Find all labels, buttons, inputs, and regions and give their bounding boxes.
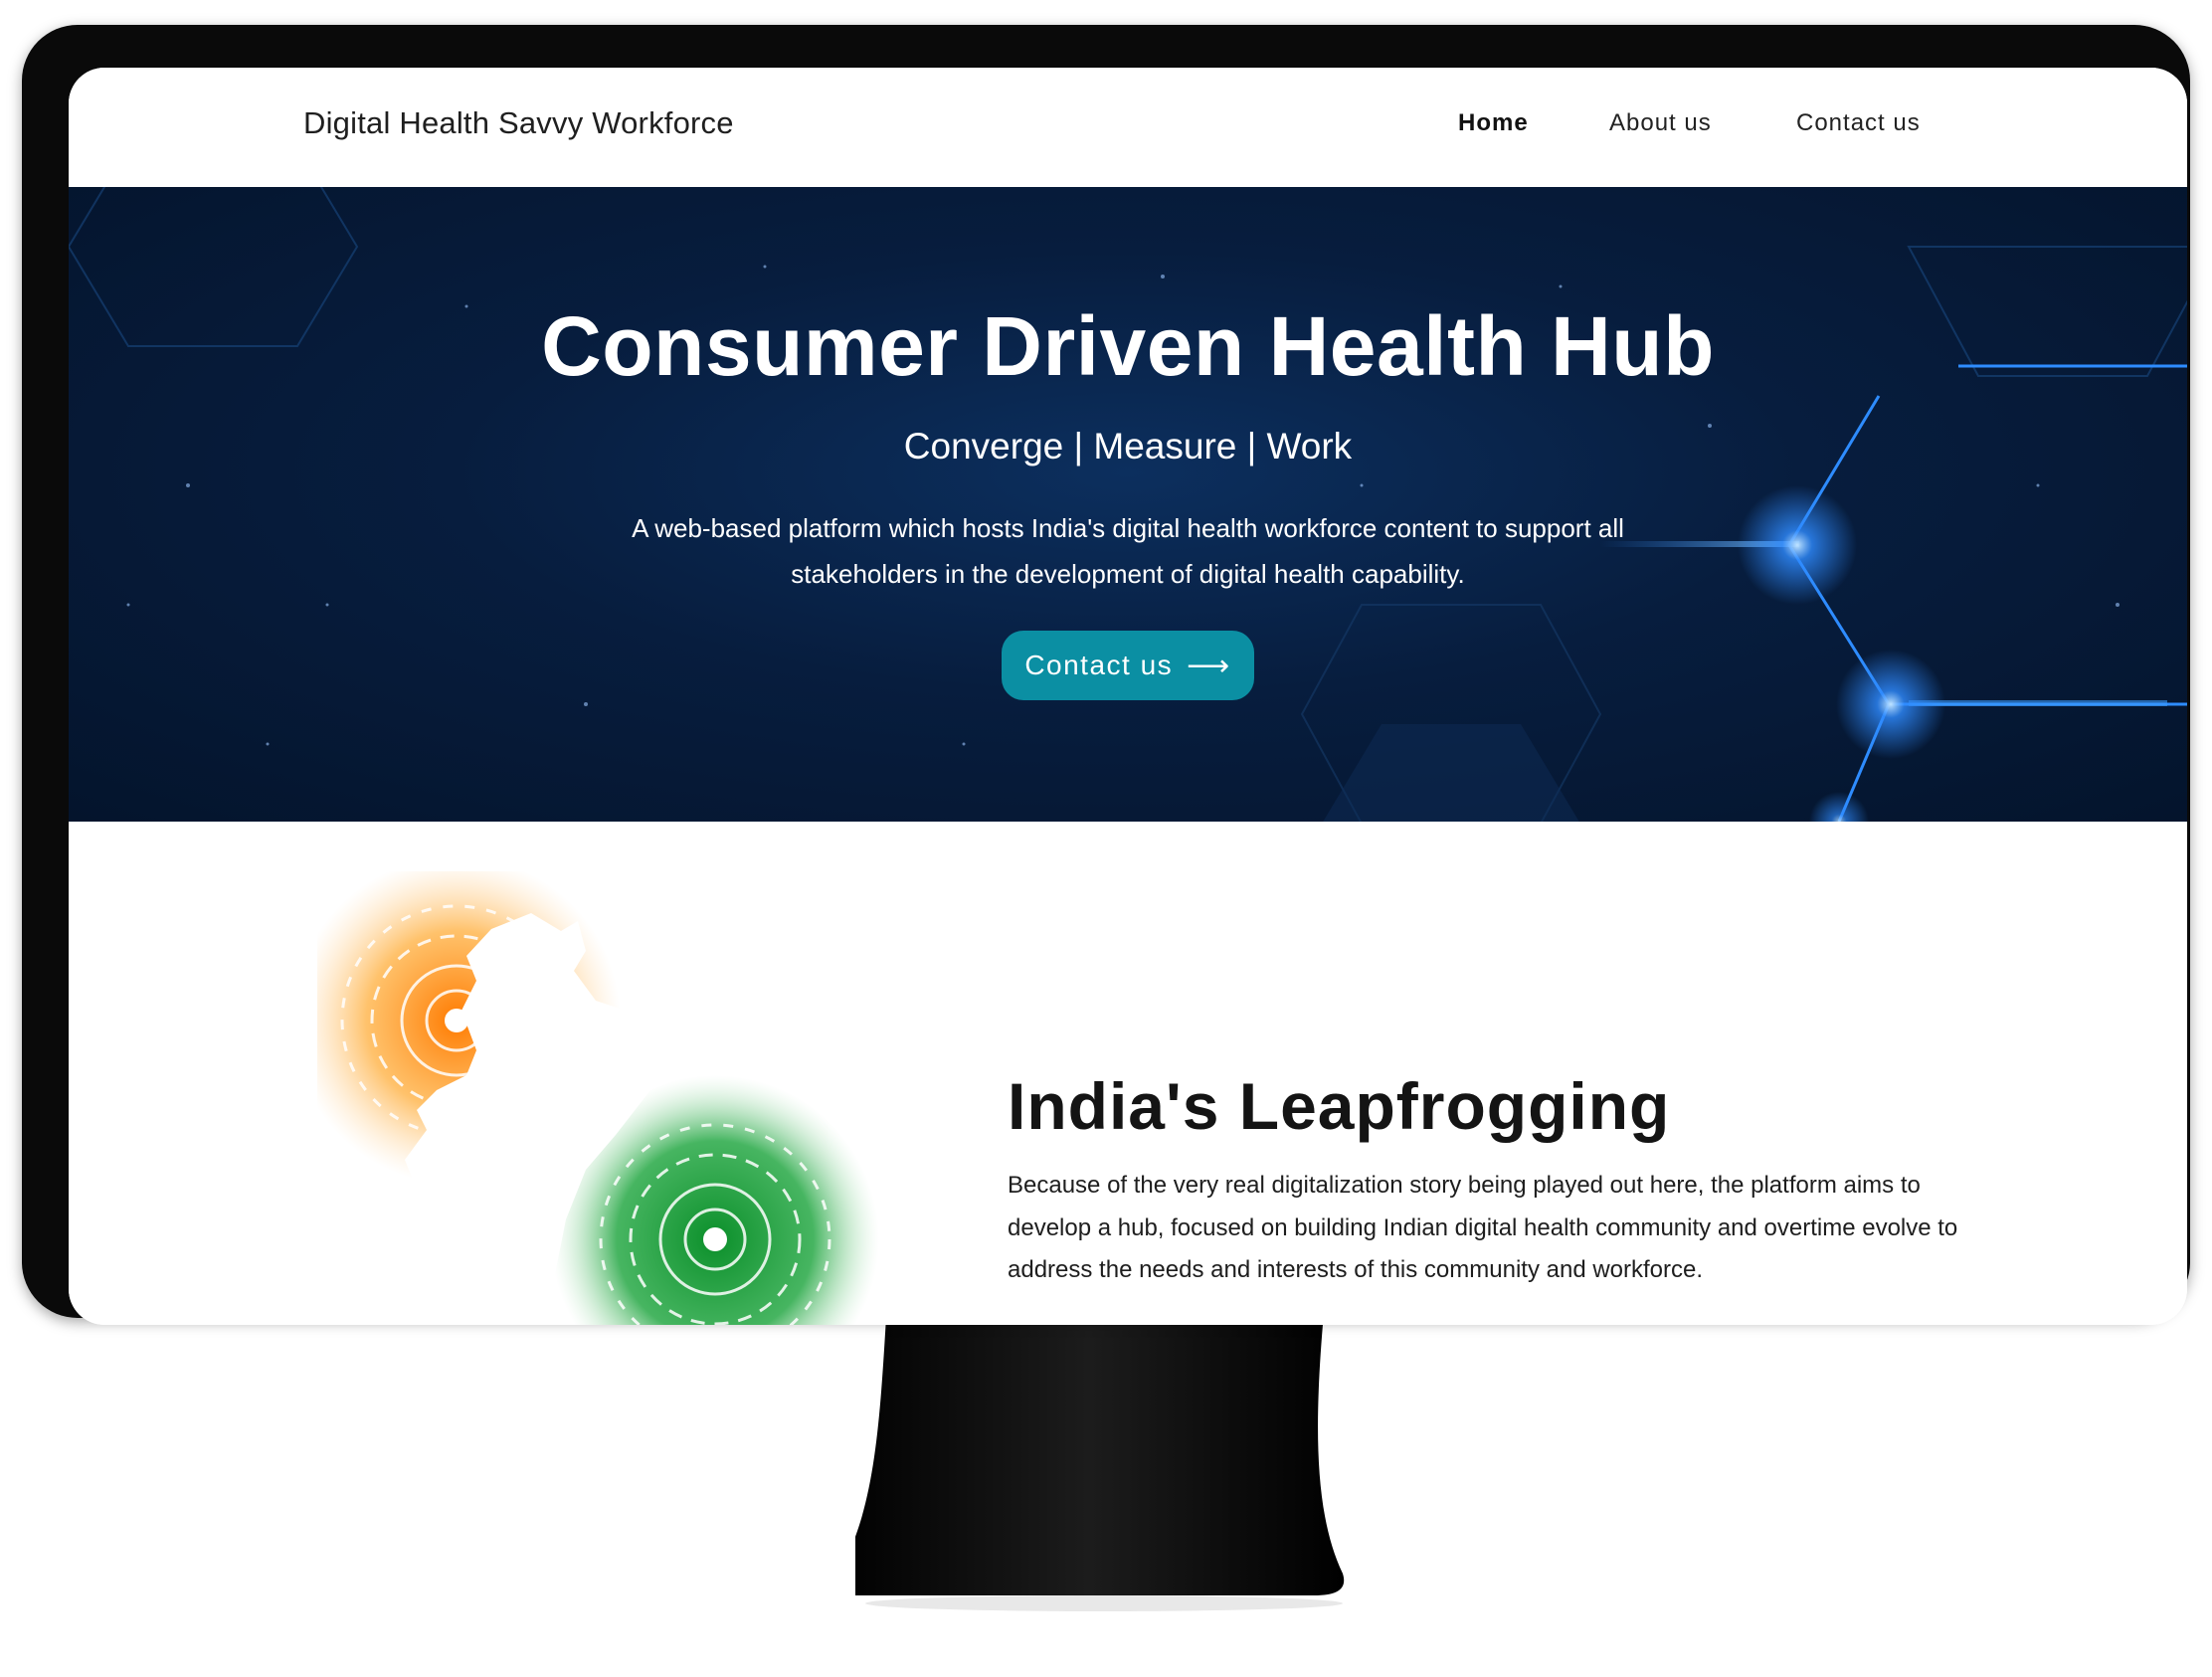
website-screen: Digital Health Savvy Workforce Home Abou… bbox=[69, 68, 2187, 1325]
desktop-mockup: Digital Health Savvy Workforce Home Abou… bbox=[0, 0, 2212, 1677]
hero-title: Consumer Driven Health Hub bbox=[541, 299, 1715, 393]
monitor-stand bbox=[855, 1315, 1353, 1613]
contact-us-button-label: Contact us bbox=[1024, 650, 1174, 680]
nav-home-link[interactable]: Home bbox=[1458, 109, 1529, 137]
nav-about-link[interactable]: About us bbox=[1609, 109, 1712, 137]
nav-contact-link[interactable]: Contact us bbox=[1796, 109, 1921, 137]
site-brand[interactable]: Digital Health Savvy Workforce bbox=[303, 105, 734, 141]
contact-us-button[interactable]: Contact us ⟶ bbox=[1002, 631, 1254, 700]
leapfrogging-section: India's Leapfrogging Because of the very… bbox=[69, 822, 2187, 1325]
arrow-right-icon: ⟶ bbox=[1187, 649, 1231, 682]
hero-tagline: Converge | Measure | Work bbox=[903, 426, 1353, 466]
hero-hexagon-background bbox=[69, 187, 2187, 822]
hero-section: Consumer Driven Health Hub Converge | Me… bbox=[69, 187, 2187, 822]
hero-description: A web-based platform which hosts India's… bbox=[632, 513, 1624, 589]
monitor-bezel: Digital Health Savvy Workforce Home Abou… bbox=[22, 25, 2190, 1325]
leapfrogging-title: India's Leapfrogging bbox=[1008, 1069, 1671, 1143]
leapfrogging-body: Because of the very real digitalization … bbox=[1008, 1172, 1958, 1283]
india-map-illustration bbox=[317, 871, 879, 1325]
top-nav: Digital Health Savvy Workforce Home Abou… bbox=[69, 68, 2187, 187]
